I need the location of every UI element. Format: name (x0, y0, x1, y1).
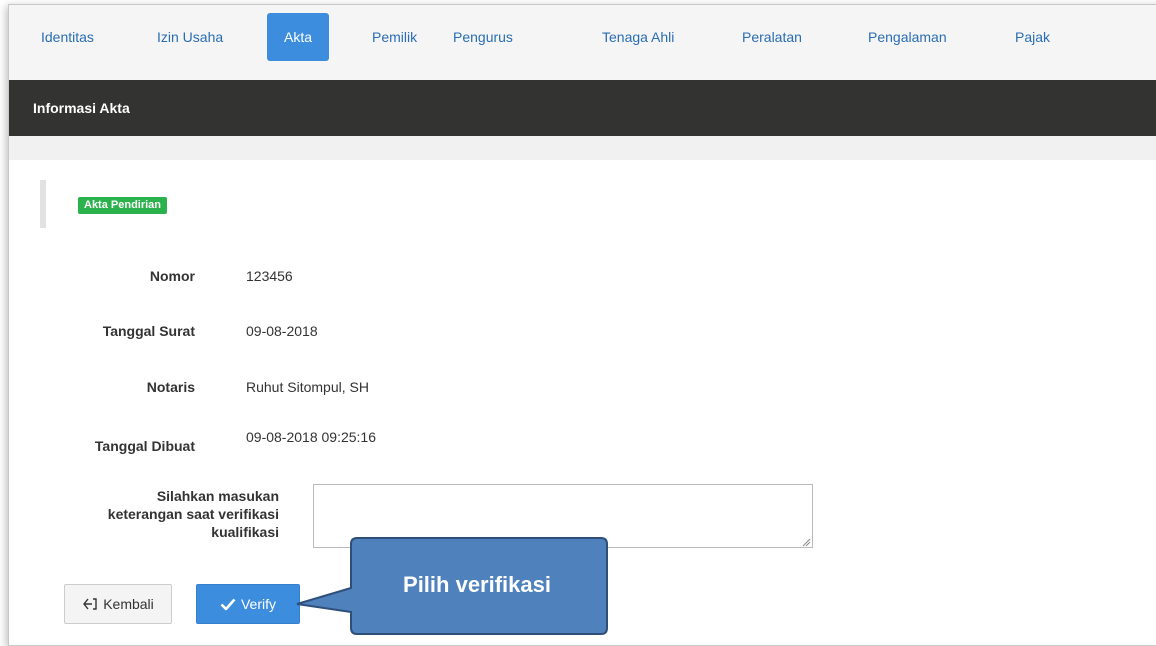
keterangan-label-line: kualifikasi (211, 524, 279, 540)
tab-pengurus[interactable]: Pengurus (439, 13, 527, 61)
notaris-label: Notaris (146, 379, 195, 395)
nomor-value: 123456 (246, 268, 293, 284)
keterangan-label-line: Silahkan masukan (156, 488, 279, 504)
check-icon (220, 598, 236, 611)
tab-akta[interactable]: Akta (267, 13, 330, 61)
callout-text: Pilih verifikasi (403, 572, 551, 597)
akta-window: Identitas Izin Usaha Akta Pemilik Pengur… (8, 4, 1156, 646)
section-marker (40, 180, 46, 228)
kembali-button[interactable]: Kembali (64, 584, 172, 624)
tab-pemilik[interactable]: Pemilik (358, 13, 431, 61)
tab-bar: Identitas Izin Usaha Akta Pemilik Pengur… (9, 5, 1156, 80)
nomor-label: Nomor (149, 268, 195, 284)
panel-title: Informasi Akta (9, 80, 1156, 136)
tab-izin-usaha[interactable]: Izin Usaha (143, 13, 237, 61)
tanggal-dibuat-value: 09-08-2018 09:25:16 (246, 429, 376, 445)
akta-type-badge: Akta Pendirian (78, 197, 168, 214)
keterangan-label-line: keterangan saat verifikasi (107, 506, 279, 522)
notaris-value: Ruhut Sitompul, SH (246, 379, 369, 395)
tab-pajak[interactable]: Pajak (1001, 13, 1064, 61)
tanggal-dibuat-label: Tanggal Dibuat (94, 438, 195, 454)
tab-peralatan[interactable]: Peralatan (728, 13, 816, 61)
resize-grip-icon[interactable] (801, 537, 811, 547)
sign-out-icon (83, 598, 97, 610)
keterangan-label: Silahkan masukan keterangan saat verifik… (35, 487, 279, 541)
panel-divider (9, 136, 1156, 160)
tanggal-surat-label: Tanggal Surat (102, 323, 195, 339)
verify-label: Verify (240, 596, 276, 612)
tab-tenaga-ahli[interactable]: Tenaga Ahli (588, 13, 688, 61)
tab-identitas[interactable]: Identitas (27, 13, 108, 61)
tanggal-surat-value: 09-08-2018 (246, 323, 318, 339)
verify-button[interactable]: Verify (196, 584, 300, 624)
kembali-label: Kembali (103, 596, 154, 612)
tab-pengalaman[interactable]: Pengalaman (854, 13, 961, 61)
